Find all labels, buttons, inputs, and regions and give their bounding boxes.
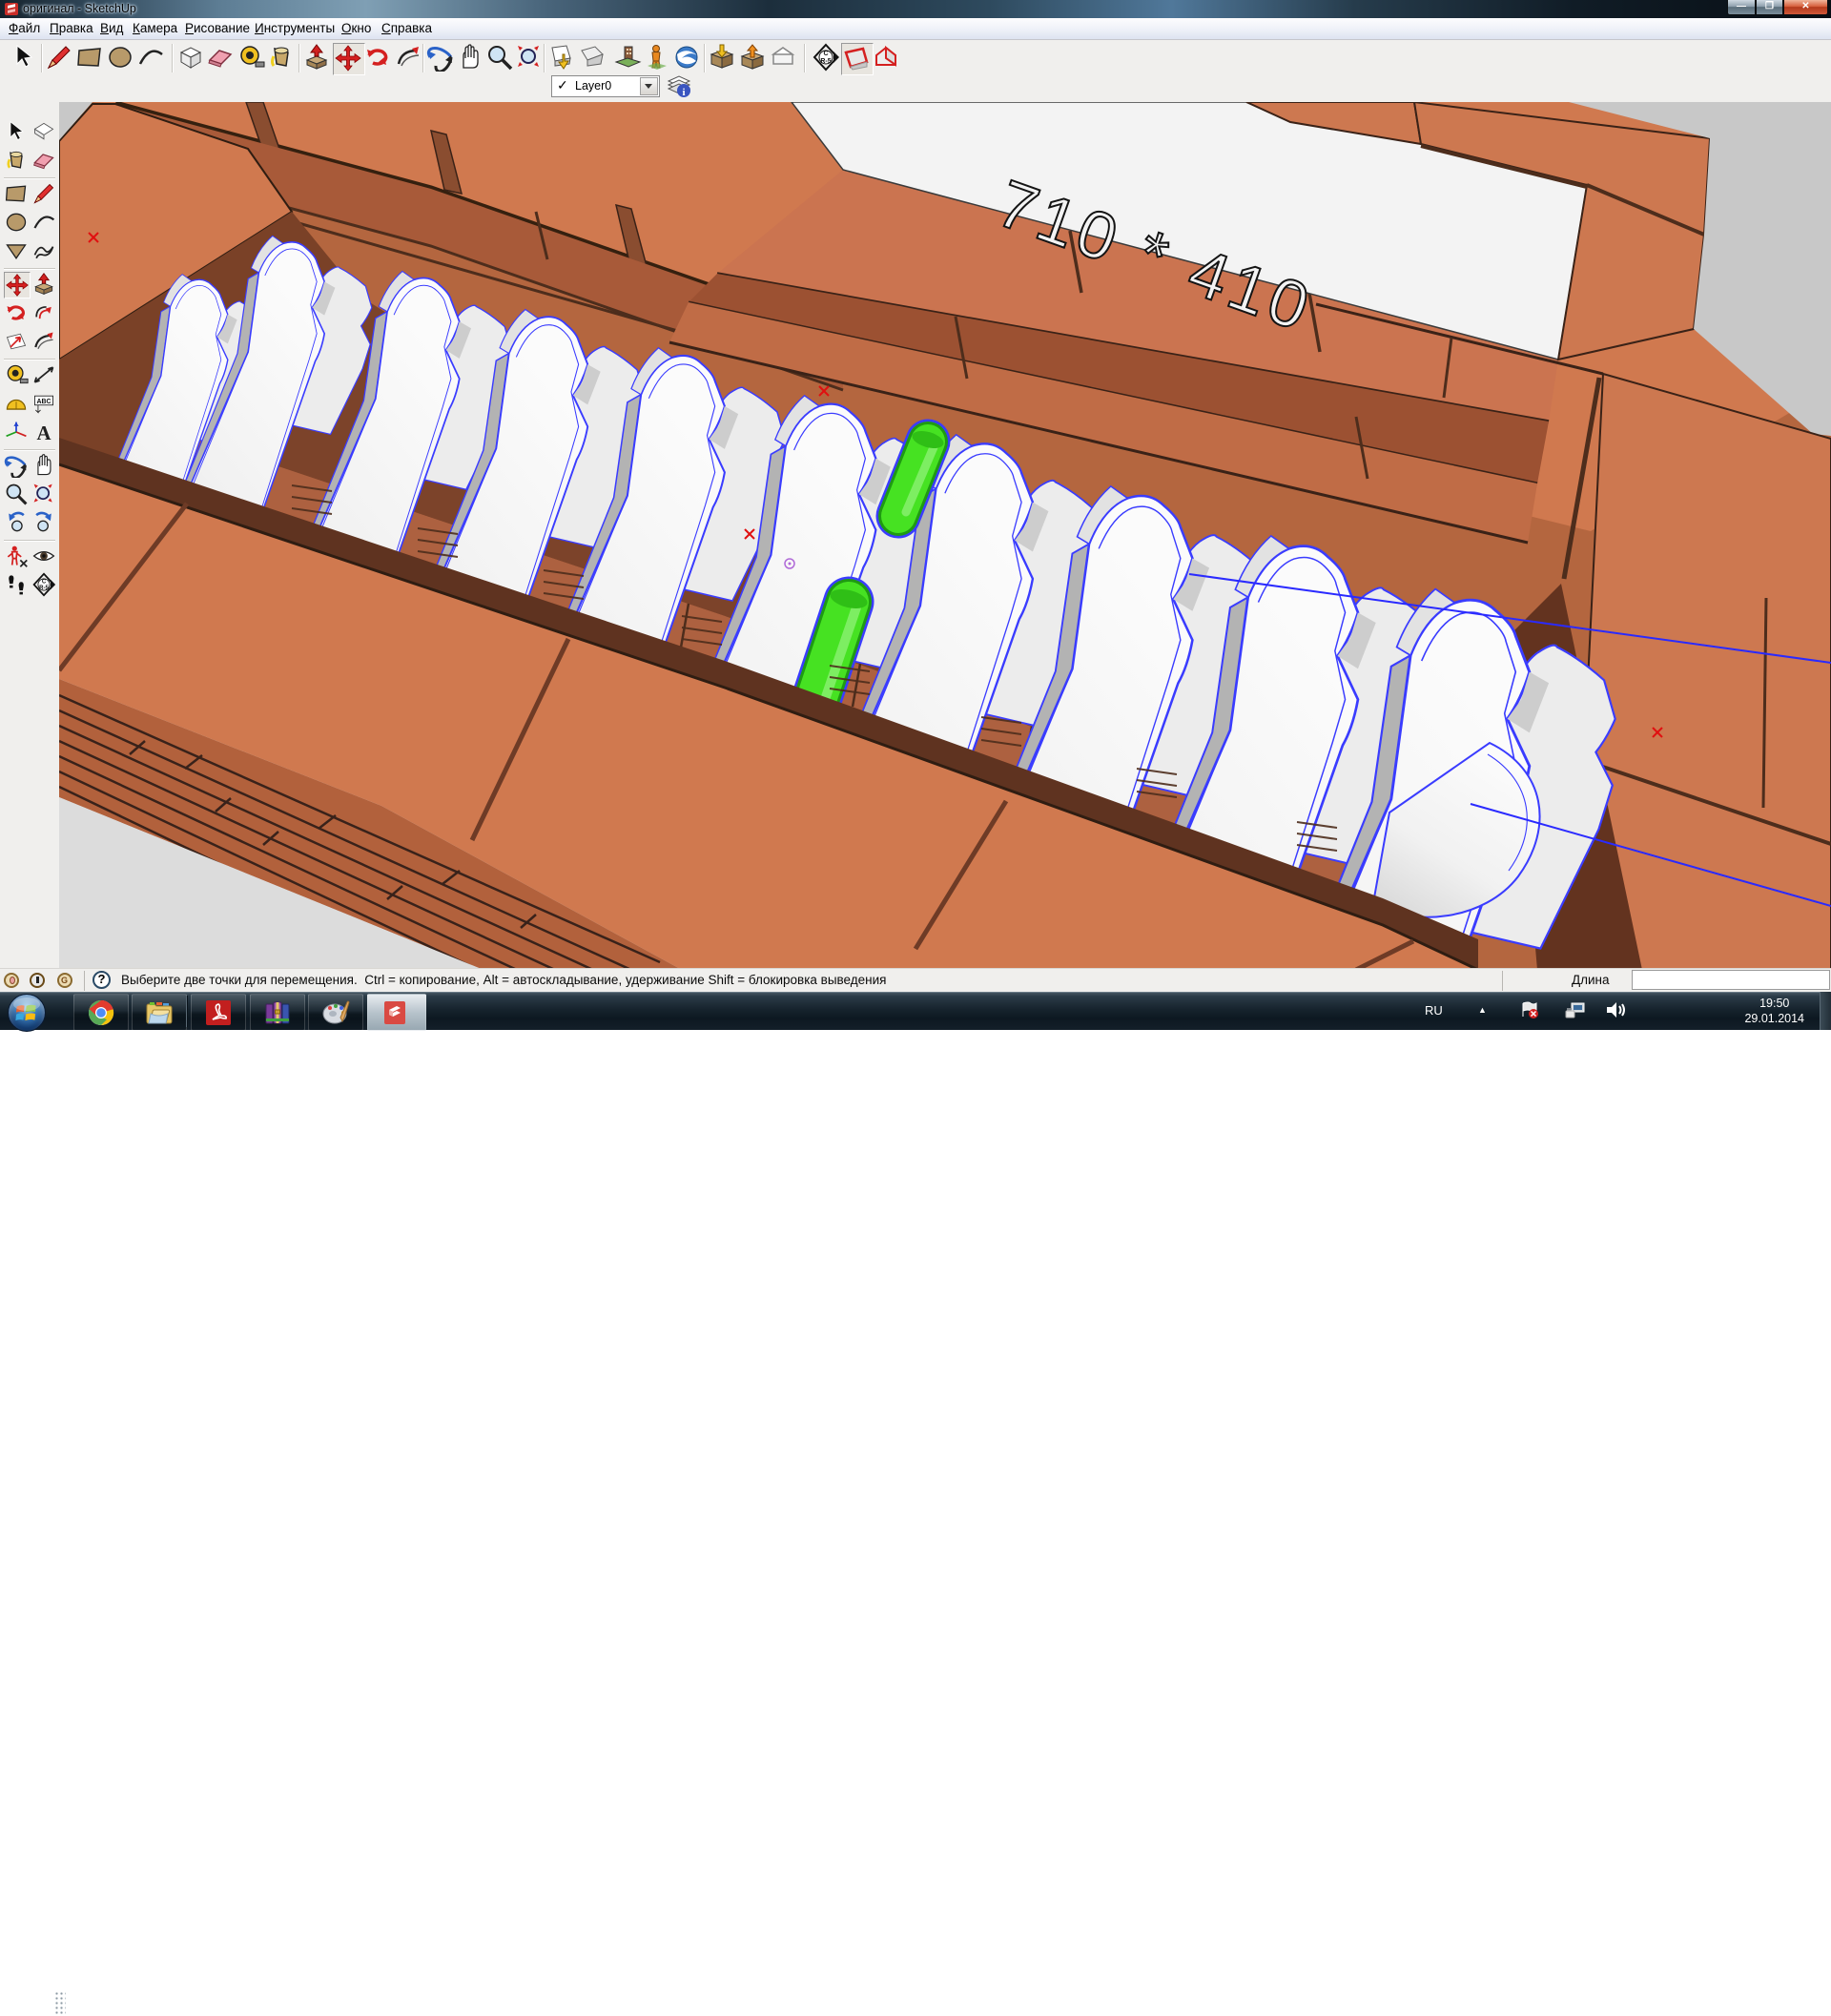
svg-text:ABC: ABC [37,399,51,405]
svg-text:A: A [36,422,51,444]
svg-text:R-5: R-5 [39,586,49,591]
svg-text:R-5: R-5 [820,58,831,65]
svg-text:i: i [682,87,685,98]
svg-text:C: C [823,51,828,57]
svg-text:C: C [42,579,47,585]
